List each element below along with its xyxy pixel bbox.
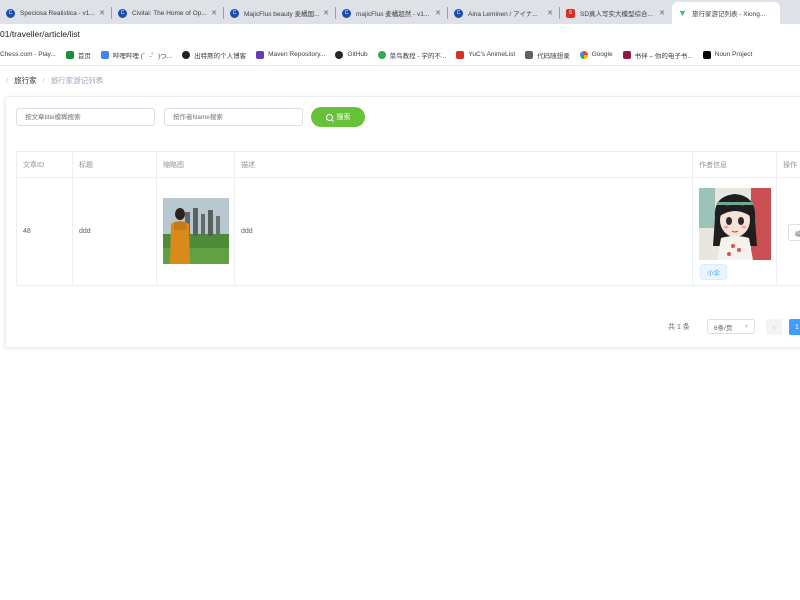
browser-tab-strip: C Speciosa Realistica - v1... ✕ C Civita… (0, 0, 800, 24)
bookmark-label: 菜鸟教程 - 学的不... (389, 52, 447, 60)
pagination-total: 共 1 条 (668, 324, 690, 331)
cell-article-id: 48 (17, 178, 73, 286)
cell-description: ddd (235, 178, 693, 286)
bookmark-icon (65, 50, 74, 59)
prev-page-button[interactable]: ‹ (766, 319, 782, 335)
browser-tab-active[interactable]: ▼ 旅行家游记列表 - Xiong... (672, 2, 780, 24)
bookmark-label: Chess.com - Play... (0, 51, 56, 58)
breadcrumb-separator: / (42, 75, 45, 85)
close-tab-icon[interactable]: ✕ (210, 9, 218, 17)
breadcrumb-current: 旅行家游记列表 (50, 75, 104, 85)
page-size-select[interactable]: 6条/页 ▼ (707, 319, 755, 334)
bookmark-item[interactable]: YuC's AnimeList (456, 50, 516, 59)
column-header-description: 描述 (235, 152, 693, 178)
bookmark-item[interactable]: Chess.com - Play... (0, 51, 56, 58)
breadcrumb: / 旅行家 / 旅行家游记列表 (0, 70, 103, 90)
maven-icon (256, 50, 265, 59)
close-tab-icon[interactable]: ✕ (322, 9, 330, 17)
url-text: 01/traveller/article/list (0, 29, 80, 39)
bookmark-label: 首页 (77, 52, 91, 60)
column-header-action: 操作 (777, 152, 800, 178)
browser-tab[interactable]: C Speciosa Realistica - v1... ✕ (0, 2, 112, 24)
address-bar[interactable]: 01/traveller/article/list (0, 24, 800, 44)
tab-title: SD真人写实大模型综合... (580, 11, 653, 18)
sd-icon: S (566, 8, 575, 18)
civitai-icon: C (230, 8, 239, 18)
bookmarks-bar: Chess.com - Play... 首页 哔哩哔哩 (゜-゜)つ... 出特… (0, 44, 800, 66)
breadcrumb-separator: / (6, 75, 9, 85)
column-header-thumbnail: 缩略图 (157, 152, 235, 178)
cell-title: ddd (73, 178, 157, 286)
author-name-tag: 小伞 (700, 264, 727, 280)
close-tab-icon[interactable]: ✕ (434, 9, 442, 17)
article-table: 文章ID 标题 缩略图 描述 作者信息 操作 48 ddd ddd 小伞 编 (16, 151, 800, 286)
bookmark-label: Google (591, 51, 613, 58)
vue-icon: ▼ (678, 8, 687, 18)
search-button[interactable]: 搜索 (311, 107, 365, 127)
bookmark-item[interactable]: 哔哩哔哩 (゜-゜)つ... (100, 50, 173, 60)
tab-title: 旅行家游记列表 - Xiong... (692, 11, 766, 18)
browser-tab[interactable]: C majicFlus 麦橘超然 - v1... ✕ (336, 2, 448, 24)
noun-project-icon (702, 50, 711, 59)
civitai-icon: C (6, 8, 15, 18)
bookmark-label: 出特厥的个人博客 (194, 52, 247, 60)
tab-title: majicFlus 麦橘超然 - v1... (356, 11, 430, 18)
column-header-id: 文章ID (17, 152, 73, 178)
bookmark-item[interactable]: Google (579, 50, 613, 59)
search-button-label: 搜索 (336, 114, 351, 121)
tab-title: MajicFlus beauty 麦橘国... (244, 11, 320, 18)
bookmark-item[interactable]: 代码随想录 (525, 50, 570, 60)
bookmark-label: 哔哩哔哩 (゜-゜)つ... (112, 52, 173, 60)
chevron-down-icon: ▼ (744, 324, 749, 330)
browser-tab[interactable]: C MajicFlus beauty 麦橘国... ✕ (224, 2, 336, 24)
bookmark-item[interactable]: 书伴 – 你的电子书... (622, 50, 693, 60)
close-tab-icon[interactable]: ✕ (98, 9, 106, 17)
bookmark-icon (182, 50, 191, 59)
bookmark-item[interactable]: 菜鸟教程 - 学的不... (377, 50, 447, 60)
runoob-icon (377, 50, 386, 59)
bookmark-item[interactable]: GitHub (335, 50, 368, 59)
column-header-title: 标题 (73, 152, 157, 178)
bookmark-item[interactable]: Noun Project (702, 50, 753, 59)
page-size-value: 6条/页 (714, 324, 733, 332)
bookmark-label: 代码随想录 (537, 52, 570, 60)
bookmark-item[interactable]: Maven Repository... (256, 50, 326, 59)
bookmark-label: Noun Project (714, 51, 753, 58)
article-thumbnail-image (163, 198, 229, 264)
close-tab-icon[interactable]: ✕ (658, 9, 666, 17)
tab-title: Speciosa Realistica - v1... (20, 9, 95, 17)
tab-title: Aina Leminen / アイナ... (468, 11, 538, 18)
github-icon (335, 50, 344, 59)
bookmark-item[interactable]: 首页 (65, 50, 91, 60)
browser-tab[interactable]: C Aina Leminen / アイナ... ✕ (448, 2, 560, 24)
search-icon (325, 113, 333, 121)
bilibili-icon (100, 50, 109, 59)
content-card: 搜索 文章ID 标题 缩略图 描述 作者信息 操作 48 ddd ddd (5, 96, 800, 348)
browser-tab[interactable]: C Civitai: The Home of Op... ✕ (112, 2, 224, 24)
google-icon (579, 50, 588, 59)
bookmark-icon (456, 50, 465, 59)
title-search-input[interactable] (16, 108, 155, 126)
civitai-icon: C (118, 8, 127, 18)
civitai-icon: C (454, 8, 463, 18)
column-header-author: 作者信息 (693, 152, 777, 178)
bookmark-label: 书伴 – 你的电子书... (634, 52, 693, 60)
bookmark-label: YuC's AnimeList (468, 51, 516, 58)
author-search-input[interactable] (164, 108, 303, 126)
browser-tab[interactable]: S SD真人写实大模型综合... ✕ (560, 2, 672, 24)
civitai-icon: C (342, 8, 351, 18)
bookmark-item[interactable]: 出特厥的个人博客 (182, 50, 246, 60)
page-number-current[interactable]: 1 (789, 319, 800, 335)
edit-button[interactable]: 编辑 (788, 224, 800, 241)
author-avatar (699, 188, 771, 260)
breadcrumb-parent[interactable]: 旅行家 (14, 75, 37, 86)
bookmark-label: GitHub (347, 51, 368, 58)
bookmark-label: Maven Repository... (268, 51, 326, 58)
bookmark-icon (525, 50, 534, 59)
close-tab-icon[interactable]: ✕ (546, 9, 554, 17)
bookmark-icon (622, 50, 631, 59)
tab-title: Civitai: The Home of Op... (132, 9, 207, 17)
